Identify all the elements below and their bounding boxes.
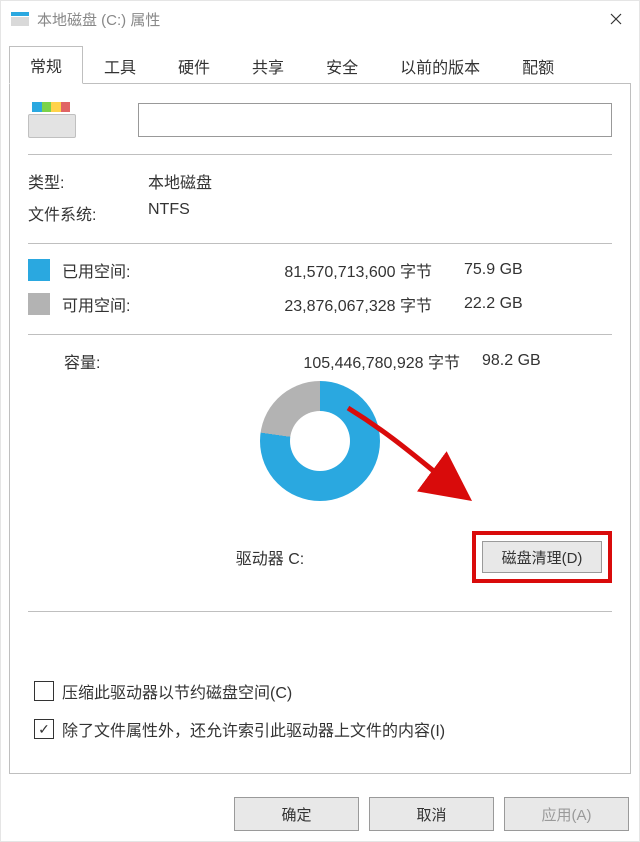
separator <box>28 154 612 155</box>
drive-letter-label: 驱动器 C: <box>68 545 472 569</box>
drive-large-icon <box>28 102 78 138</box>
used-bytes: 81,570,713,600 字节 <box>222 258 464 282</box>
drive-icon <box>11 12 29 26</box>
capacity-label: 容量: <box>28 349 260 373</box>
apply-button[interactable]: 应用(A) <box>504 797 629 831</box>
used-swatch <box>28 259 50 281</box>
filesystem-label: 文件系统: <box>28 201 148 225</box>
disk-cleanup-button[interactable]: 磁盘清理(D) <box>482 541 602 573</box>
close-button[interactable] <box>593 1 639 37</box>
free-swatch <box>28 293 50 315</box>
drive-name-input[interactable] <box>138 103 612 137</box>
separator <box>28 611 612 612</box>
properties-window: 本地磁盘 (C:) 属性 常规 工具 硬件 共享 安全 以前的版本 配额 类型:… <box>0 0 640 842</box>
annotation-highlight: 磁盘清理(D) <box>472 531 612 583</box>
free-bytes: 23,876,067,328 字节 <box>222 292 464 316</box>
window-title: 本地磁盘 (C:) 属性 <box>37 9 593 30</box>
tab-previous[interactable]: 以前的版本 <box>379 47 501 84</box>
tab-general[interactable]: 常规 <box>9 46 83 84</box>
usage-donut <box>260 381 380 501</box>
titlebar: 本地磁盘 (C:) 属性 <box>1 1 639 37</box>
used-gb: 75.9 GB <box>464 261 544 279</box>
compress-checkbox[interactable] <box>34 681 54 701</box>
index-label: 除了文件属性外，还允许索引此驱动器上文件的内容(I) <box>62 717 445 741</box>
type-label: 类型: <box>28 169 148 193</box>
tab-tools[interactable]: 工具 <box>83 47 157 84</box>
cancel-button[interactable]: 取消 <box>369 797 494 831</box>
ok-button[interactable]: 确定 <box>234 797 359 831</box>
tab-quota[interactable]: 配额 <box>501 47 575 84</box>
capacity-bytes: 105,446,780,928 字节 <box>260 349 482 373</box>
dialog-footer: 确定 取消 应用(A) <box>234 797 629 831</box>
separator <box>28 243 612 244</box>
tab-strip: 常规 工具 硬件 共享 安全 以前的版本 配额 <box>9 47 631 84</box>
filesystem-value: NTFS <box>148 201 190 225</box>
capacity-gb: 98.2 GB <box>482 352 562 370</box>
tab-sharing[interactable]: 共享 <box>231 47 305 84</box>
general-panel: 类型: 本地磁盘 文件系统: NTFS 已用空间: 81,570,713,600… <box>9 84 631 774</box>
tab-security[interactable]: 安全 <box>305 47 379 84</box>
free-label: 可用空间: <box>62 292 222 316</box>
index-checkbox[interactable]: ✓ <box>34 719 54 739</box>
type-value: 本地磁盘 <box>148 169 212 193</box>
tab-hardware[interactable]: 硬件 <box>157 47 231 84</box>
used-label: 已用空间: <box>62 258 222 282</box>
free-gb: 22.2 GB <box>464 295 544 313</box>
separator <box>28 334 612 335</box>
compress-label: 压缩此驱动器以节约磁盘空间(C) <box>62 679 292 703</box>
